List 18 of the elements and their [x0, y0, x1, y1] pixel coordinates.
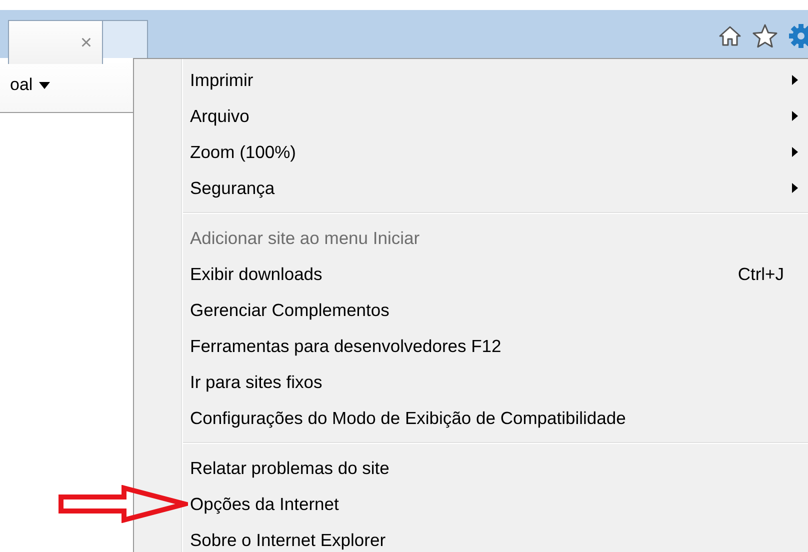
menu-item[interactable]: Gerenciar Complementos — [134, 292, 808, 328]
menu-item[interactable]: Zoom (100%) — [134, 134, 808, 170]
toolbar-menu-label[interactable]: oal — [10, 75, 33, 95]
menu-item[interactable]: Opções da Internet — [134, 486, 808, 522]
menu-item[interactable]: Imprimir — [134, 62, 808, 98]
home-icon[interactable] — [718, 25, 742, 47]
settings-icon[interactable] — [788, 23, 808, 49]
menu-item[interactable]: Ferramentas para desenvolvedores F12 — [134, 328, 808, 364]
menu-item[interactable]: Exibir downloads Ctrl+J — [134, 256, 808, 292]
menu-item[interactable]: Ir para sites fixos — [134, 364, 808, 400]
caret-icon[interactable] — [38, 82, 50, 88]
shortcut-label: Ctrl+J — [738, 264, 784, 284]
star-icon[interactable] — [752, 24, 778, 48]
menu-item[interactable]: Relatar problemas do site — [134, 450, 808, 486]
menu-item[interactable]: Arquivo — [134, 98, 808, 134]
menu-item[interactable]: Sobre o Internet Explorer — [134, 522, 808, 552]
menu-item[interactable]: Configurações do Modo de Exibição de Compatibilidade — [134, 400, 808, 436]
menu-item[interactable]: Segurança — [134, 170, 808, 206]
